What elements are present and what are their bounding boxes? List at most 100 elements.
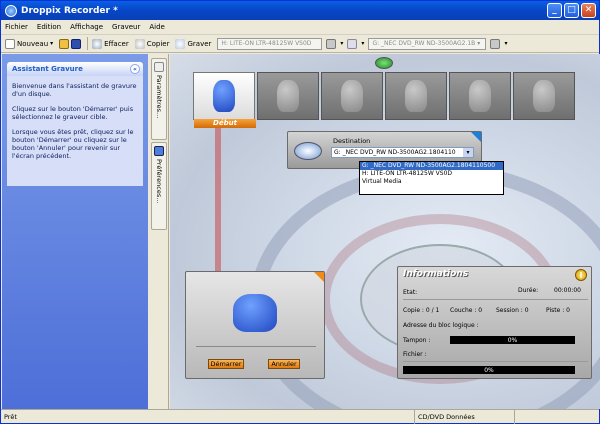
maximize-button[interactable]: □ [564,3,579,18]
new-document-icon [5,38,15,49]
menu-edition[interactable]: Edition [37,23,61,31]
dropdown-option[interactable]: H: LITE-ON LTR-48125W VS0D [360,170,503,178]
collapse-icon[interactable]: « [130,64,140,74]
save-icon[interactable] [71,38,82,49]
file-label: Fichier : [403,351,427,358]
disc-mascot-icon [277,80,299,112]
start-button[interactable]: Démarrer [208,359,244,369]
tab-parametres-label: Paramètres... [155,75,163,119]
layer-count: Couche : 0 [450,307,483,314]
vertical-tabs: Paramètres... Préférences... [149,54,169,409]
dropdown-option[interactable]: Virtual Media [360,178,503,186]
assistant-pane: Assistant Gravure « Bienvenue dans l'ass… [2,54,148,409]
copy-button[interactable]: Copier [134,38,170,49]
step-disc [257,72,319,120]
chevron-down-icon[interactable]: ▾ [504,40,507,47]
drive-g-value: G: _NEC DVD_RW ND-3500AG2.1B [372,40,476,47]
destination-selected: G: _NEC DVD_RW ND-3500AG2.1804110 [334,149,456,156]
drive-options-icon[interactable] [490,38,501,49]
chevron-down-icon[interactable]: ▾ [463,148,473,157]
mascot-icon [405,80,427,112]
status-bar: Prêt CD/DVD Données [1,409,599,424]
destination-select[interactable]: G: _NEC DVD_RW ND-3500AG2.1804110 ▾ [331,147,474,158]
track-count: Piste : 0 [546,307,570,314]
status-text: Prêt [4,412,17,421]
assistant-title: Assistant Gravure [12,65,83,73]
copy-disc-icon [134,38,145,49]
burn-label: Graver [187,39,212,48]
menu-bar: Fichier Edition Affichage Graveur Aide [1,20,599,35]
drive-options-icon[interactable] [326,38,337,49]
chevron-down-icon[interactable]: ▾ [361,40,364,47]
new-button[interactable]: Nouveau ▾ [5,38,54,49]
panel-corner [471,132,481,142]
app-window: Droppix Recorder * _ □ ✕ Fichier Edition… [0,0,600,424]
step-write [385,72,447,120]
progress-value: 0% [484,366,494,374]
duration-label: Durée: [518,287,539,294]
action-panel: Démarrer Annuler [185,271,325,379]
toolbar-separator [87,37,89,50]
duration-value: 00:00:00 [554,287,581,294]
minimize-button[interactable]: _ [547,3,562,18]
destination-label: Destination [333,137,371,145]
copy-label: Copier [146,39,170,48]
mascot-icon [213,80,235,112]
preferences-icon [154,146,164,156]
menu-aide[interactable]: Aide [149,23,164,31]
title-bar[interactable]: Droppix Recorder * _ □ ✕ [1,1,599,20]
menu-graveur[interactable]: Graveur [112,23,140,31]
info-panel: Informations i Etat: Durée: 00:00:00 Cop… [397,266,592,379]
chevron-down-icon[interactable]: ▾ [340,40,343,47]
step-select [321,72,383,120]
buffer-label: Tampon : [403,337,431,344]
step-debut-label: Début [194,119,256,128]
close-button[interactable]: ✕ [581,3,596,18]
wizard-canvas: Début Destination G: _NEC DVD_RW ND-3500… [170,54,600,409]
erase-label: Effacer [104,39,129,48]
window-title: Droppix Recorder * [21,5,118,16]
step-verify [449,72,511,120]
toolbar: Nouveau ▾ Effacer Copier Graver H: LITE-… [1,35,599,53]
divider [403,299,588,300]
open-folder-icon[interactable] [59,38,70,49]
info-icon: i [575,269,587,281]
tab-preferences[interactable]: Préférences... [151,142,167,230]
drive-h-value: H: LITE-ON LTR-48125W VS0D [221,40,312,47]
assistant-text: Cliquez sur le bouton 'Démarrer' puis sé… [12,105,134,121]
burn-disc-icon [175,38,186,49]
status-empty [514,409,599,424]
mascot-icon [233,294,277,332]
dropdown-option[interactable]: G: _NEC DVD_RW ND-3500AG2.1804110500 [360,162,503,170]
assistant-text: Lorsque vous êtes prêt, cliquez sur le b… [12,128,134,160]
destination-dropdown: G: _NEC DVD_RW ND-3500AG2.1804110500 H: … [359,161,504,195]
assistant-header[interactable]: Assistant Gravure « [7,62,143,76]
erase-button[interactable]: Effacer [92,38,129,49]
burn-button[interactable]: Graver [175,38,212,49]
app-icon [5,4,17,17]
background-stripe [215,122,221,272]
divider [403,361,588,362]
tab-parametres[interactable]: Paramètres... [151,58,167,140]
cancel-button[interactable]: Annuler [268,359,300,369]
disc-info-icon[interactable] [347,38,358,49]
window-controls: _ □ ✕ [547,3,596,18]
step-debut[interactable]: Début [193,72,256,128]
menu-fichier[interactable]: Fichier [5,23,28,31]
cd-drive-icon [294,142,322,160]
project-type: CD/DVD Données [414,409,514,424]
chevron-down-icon: ▾ [50,40,54,47]
wizard-steps: Début [193,72,593,128]
assistant-body: Bienvenue dans l'assistant de gravure d'… [7,76,143,186]
erase-disc-icon [92,38,103,49]
drive-select-g[interactable]: G: _NEC DVD_RW ND-3500AG2.1B ▾ [368,37,487,50]
divider [196,346,316,347]
tab-preferences-label: Préférences... [155,159,163,204]
mascot-icon [469,80,491,112]
drive-select-h[interactable]: H: LITE-ON LTR-48125W VS0D [217,37,323,50]
mascot-icon [341,80,363,112]
assistant-text: Bienvenue dans l'assistant de gravure d'… [12,82,137,98]
menu-affichage[interactable]: Affichage [70,23,103,31]
mascot-icon [533,80,555,112]
state-label: Etat: [403,289,418,296]
